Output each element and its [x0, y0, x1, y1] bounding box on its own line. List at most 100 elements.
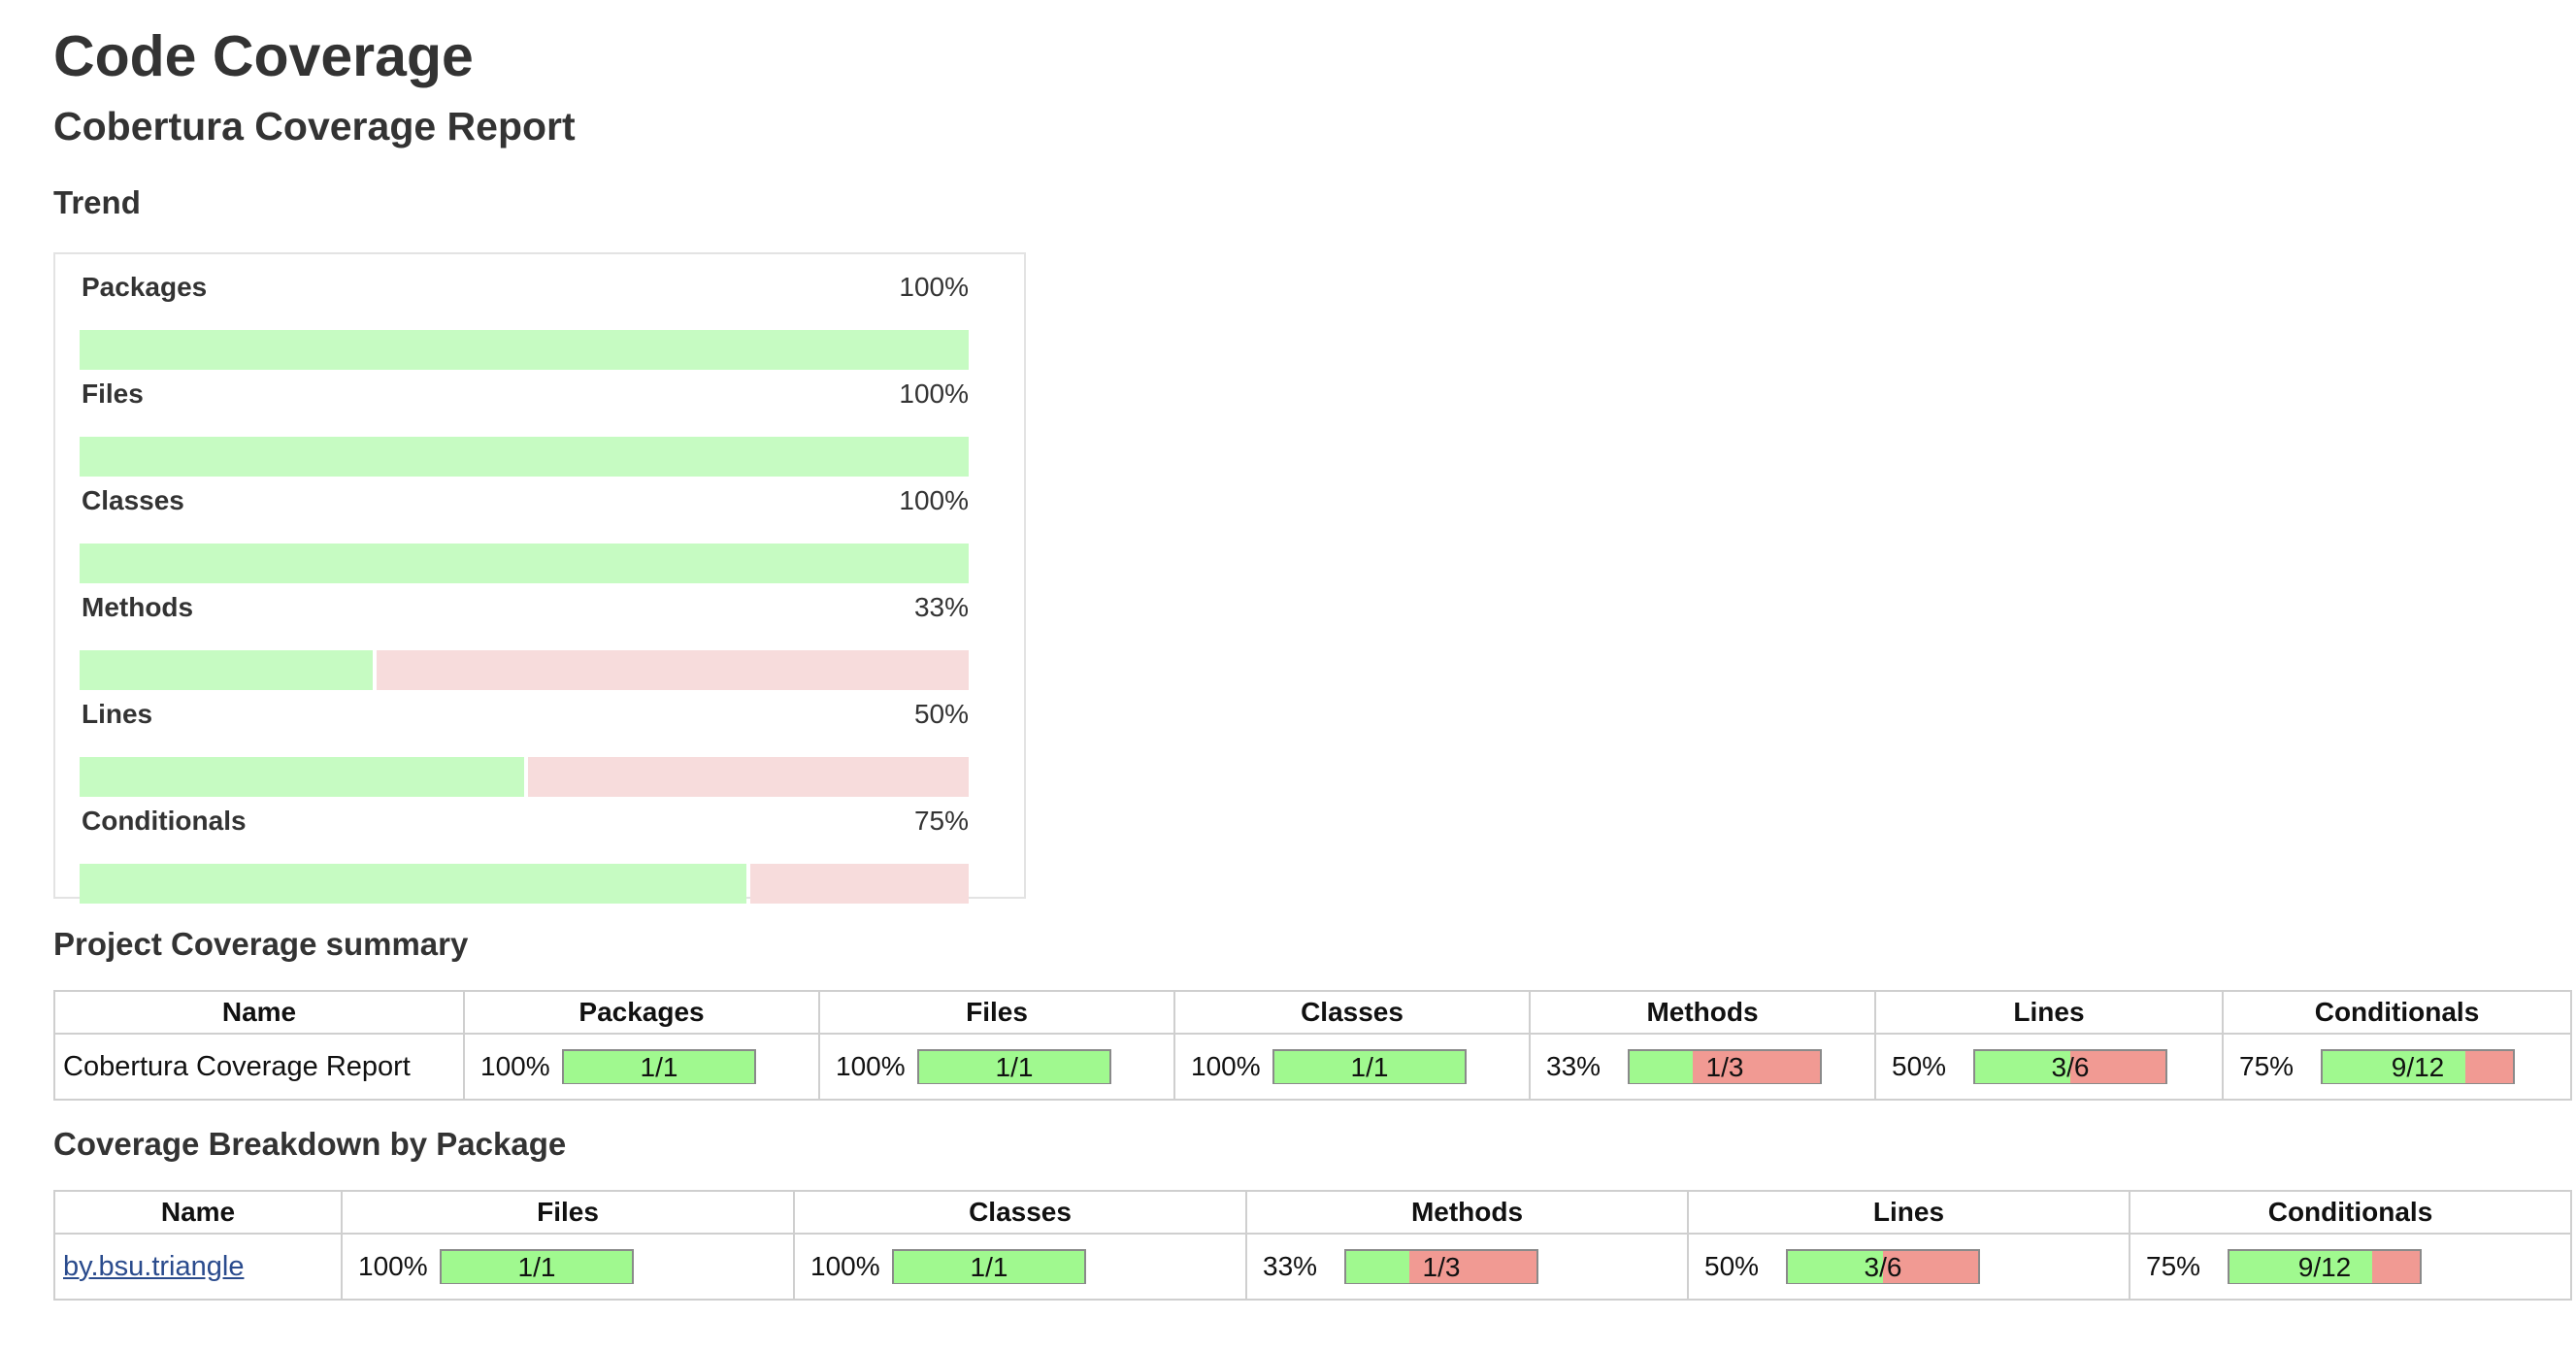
trend-percent: 100%: [899, 485, 969, 515]
metric-percent: 75%: [2239, 1051, 2295, 1081]
trend-percent: 100%: [899, 272, 969, 302]
trend-percent: 50%: [913, 699, 969, 729]
coverage-bar: 1/1: [917, 1049, 1111, 1084]
metric-percent: 100%: [836, 1051, 906, 1081]
trend-bar: [80, 650, 969, 690]
breakdown-heading: Coverage Breakdown by Package: [53, 1126, 567, 1162]
trend-label: Lines: [82, 699, 153, 729]
package-link[interactable]: by.bsu.triangle: [63, 1251, 244, 1282]
trend-label: Methods: [82, 592, 194, 622]
trend-percent: 75%: [913, 806, 969, 836]
column-header: Lines: [1874, 990, 2224, 1035]
column-header: Name: [53, 1190, 343, 1235]
trend-bar: [80, 544, 969, 583]
column-header: Classes: [1173, 990, 1531, 1035]
page-subtitle: Cobertura Coverage Report: [53, 104, 576, 148]
table-header-row: Name Files Classes Methods Lines Conditi…: [53, 1190, 2572, 1235]
metric-percent: 100%: [1191, 1051, 1261, 1081]
coverage-bar: 1/1: [562, 1049, 756, 1084]
report-name: Cobertura Coverage Report: [53, 1033, 465, 1101]
coverage-ratio: 1/1: [1350, 1052, 1389, 1082]
coverage-bar: 9/12: [2228, 1249, 2422, 1284]
package-name-cell: by.bsu.triangle: [53, 1233, 343, 1301]
column-header: Lines: [1687, 1190, 2130, 1235]
trend-percent: 100%: [899, 379, 969, 409]
column-header: Classes: [793, 1190, 1247, 1235]
metric-cell: 100% 1/1: [793, 1233, 1247, 1301]
trend-label: Conditionals: [82, 806, 247, 836]
summary-heading: Project Coverage summary: [53, 926, 469, 962]
column-header: Methods: [1529, 990, 1876, 1035]
table-row: by.bsu.triangle 100% 1/1 100% 1/1 33% 1/…: [53, 1233, 2572, 1301]
column-header: Conditionals: [2222, 990, 2572, 1035]
metric-cell: 100% 1/1: [1173, 1033, 1531, 1101]
column-header: Name: [53, 990, 465, 1035]
trend-bar: [80, 437, 969, 477]
metric-percent: 33%: [1263, 1251, 1318, 1281]
column-header: Files: [818, 990, 1175, 1035]
coverage-bar: 3/6: [1786, 1249, 1980, 1284]
coverage-bar: 1/3: [1628, 1049, 1822, 1084]
metric-percent: 100%: [810, 1251, 880, 1281]
coverage-ratio: 9/12: [2297, 1252, 2352, 1282]
coverage-bar: 3/6: [1973, 1049, 2167, 1084]
column-header: Conditionals: [2129, 1190, 2572, 1235]
coverage-bar: 1/1: [440, 1249, 634, 1284]
coverage-ratio: 9/12: [2391, 1052, 2445, 1082]
metric-cell: 100% 1/1: [463, 1033, 820, 1101]
metric-cell: 33% 1/3: [1245, 1233, 1689, 1301]
trend-bar: [80, 864, 969, 904]
trend-panel: Packages 100% Files 100% Classes 100% Me…: [53, 252, 1026, 904]
trend-percent: 33%: [913, 592, 969, 622]
trend-heading: Trend: [53, 184, 141, 220]
metric-cell: 50% 3/6: [1874, 1033, 2224, 1101]
coverage-ratio: 1/1: [517, 1252, 556, 1282]
trend-bar: [80, 757, 969, 797]
coverage-ratio: 1/1: [995, 1052, 1034, 1082]
metric-percent: 100%: [358, 1251, 428, 1281]
coverage-ratio: 1/1: [970, 1252, 1008, 1282]
metric-percent: 100%: [480, 1051, 550, 1081]
trend-bar-covered: [80, 650, 374, 690]
coverage-ratio: 3/6: [1864, 1252, 1902, 1282]
metric-cell: 100% 1/1: [341, 1233, 795, 1301]
metric-cell: 50% 3/6: [1687, 1233, 2130, 1301]
coverage-bar: 1/1: [892, 1249, 1086, 1284]
trend-bar-missed: [377, 650, 969, 690]
table-header-row: Name Packages Files Classes Methods Line…: [53, 990, 2572, 1035]
column-header: Files: [341, 1190, 795, 1235]
table-row: Cobertura Coverage Report 100% 1/1 100%: [53, 1033, 2572, 1101]
coverage-page: Code Coverage Cobertura Coverage Report …: [0, 0, 2576, 1301]
trend-bar-covered: [80, 437, 969, 477]
metric-cell: 75% 9/12: [2222, 1033, 2572, 1101]
coverage-bar: 1/3: [1344, 1249, 1538, 1284]
page-title: Code Coverage: [53, 24, 474, 88]
coverage-ratio: 1/1: [640, 1052, 678, 1082]
metric-percent: 75%: [2146, 1251, 2201, 1281]
coverage-ratio: 1/3: [1705, 1052, 1744, 1082]
coverage-bar: 1/1: [1272, 1049, 1467, 1084]
trend-bar-missed: [528, 757, 969, 797]
metric-percent: 50%: [1704, 1251, 1760, 1281]
trend-label: Packages: [82, 272, 208, 302]
trend-label: Files: [82, 379, 144, 409]
trend-bar: [80, 330, 969, 370]
project-summary-table: Name Packages Files Classes Methods Line…: [53, 990, 2572, 1101]
trend-label: Classes: [82, 485, 184, 515]
trend-bar-covered: [80, 544, 969, 583]
coverage-bar: 9/12: [2321, 1049, 2515, 1084]
trend-bar-missed: [750, 864, 969, 904]
trend-bar-covered: [80, 330, 969, 370]
column-header: Methods: [1245, 1190, 1689, 1235]
metric-cell: 33% 1/3: [1529, 1033, 1876, 1101]
metric-cell: 75% 9/12: [2129, 1233, 2572, 1301]
coverage-ratio: 3/6: [2051, 1052, 2090, 1082]
metric-cell: 100% 1/1: [818, 1033, 1175, 1101]
trend-bar-covered: [80, 757, 524, 797]
column-header: Packages: [463, 990, 820, 1035]
metric-percent: 50%: [1892, 1051, 1947, 1081]
package-breakdown-table: Name Files Classes Methods Lines Conditi…: [53, 1190, 2572, 1301]
metric-percent: 33%: [1546, 1051, 1602, 1081]
trend-bar-covered: [80, 864, 746, 904]
coverage-ratio: 1/3: [1422, 1252, 1461, 1282]
